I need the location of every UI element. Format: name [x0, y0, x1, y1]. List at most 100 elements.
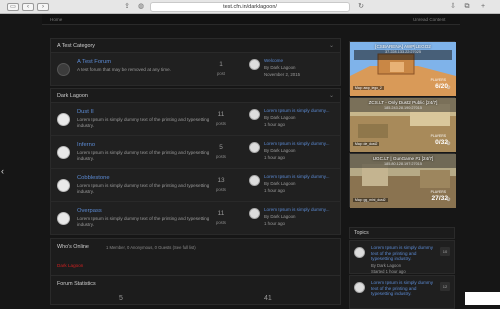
post-count-label: posts — [215, 220, 226, 225]
forum-statistics-title: Forum Statistics — [57, 281, 96, 287]
server-ip: 185.243.28.190:27015 — [383, 106, 422, 110]
home-link[interactable]: Home — [50, 17, 62, 22]
topic-title[interactable]: Lorem Ipsum is simply dummy text of the … — [371, 280, 439, 297]
forum-title[interactable]: Dust II — [77, 109, 94, 115]
last-post-author: By Dark Lagoon — [264, 65, 296, 70]
server-card[interactable]: [CSBARENA] AWP|LEGO2 37.228.133.22:27025… — [349, 41, 456, 96]
topic-author: By Dark Lagoon — [371, 263, 402, 268]
last-post-title[interactable]: Lorem Ipsum is simply dummy... — [264, 141, 338, 146]
server-card[interactable]: ZCS.LT - Only Dust2 Public [24/7] 185.24… — [349, 97, 456, 152]
last-post-time: 1 hour ago — [264, 188, 285, 193]
post-count: 13 — [217, 177, 225, 184]
reply-count-badge: 10 — [440, 247, 450, 256]
server-name: UGC.LT | GunGame #1 [24/7] — [372, 156, 434, 161]
category-title: Dark Lagoon — [57, 93, 88, 99]
topic-time: Started 1 hour ago — [371, 269, 406, 274]
forum-icon — [57, 63, 70, 76]
address-bar[interactable]: test.cfn.in/darklagoon/ — [150, 2, 350, 12]
post-count-label: posts — [215, 187, 226, 192]
forum-icon — [57, 212, 70, 225]
unread-content-link[interactable]: Unread Content — [413, 17, 445, 22]
server-ip: 37.228.133.22:27025 — [385, 50, 421, 54]
post-count: 11 — [217, 111, 225, 118]
last-post-title[interactable]: Lorem Ipsum is simply dummy... — [264, 174, 338, 179]
whos-online-title: Who's Online — [57, 244, 89, 250]
avatar[interactable] — [354, 247, 365, 258]
online-user-link[interactable]: Dark Lagoon — [57, 263, 83, 268]
avatar[interactable] — [249, 142, 260, 153]
avatar[interactable] — [354, 282, 365, 293]
downloads-icon[interactable]: ⇩ — [448, 3, 458, 11]
server-name: [CSBARENA] AWP|LEGO2 — [375, 44, 431, 49]
avatar[interactable] — [249, 59, 260, 70]
last-post-time: 1 hour ago — [264, 122, 285, 127]
forum-row: Overpass Lorem Ipsum is simply dummy tex… — [50, 202, 341, 235]
topic-title[interactable]: Lorem Ipsum is simply dummy text of the … — [371, 245, 439, 262]
last-post-time: November 2, 2015 — [264, 72, 301, 77]
topic-item[interactable]: Lorem Ipsum is simply dummy text of the … — [349, 275, 455, 309]
gear-icon[interactable]: ⚙ — [445, 85, 452, 92]
forum-description: Lorem Ipsum is simply dummy text of the … — [77, 117, 210, 128]
last-post-title[interactable]: Lorem Ipsum is simply dummy... — [264, 108, 338, 113]
whos-online-stats[interactable]: 1 Member, 0 Anonymous, 0 Guests (See ful… — [106, 245, 196, 250]
last-post-author: By Dark Lagoon — [264, 115, 296, 120]
forum-statistics-panel: Forum Statistics 5 41 — [50, 275, 341, 305]
forum-row: Cobblestone Lorem Ipsum is simply dummy … — [50, 169, 341, 202]
server-ip: 185.80.128.197:27015 — [383, 162, 422, 166]
topic-item[interactable]: Lorem Ipsum is simply dummy text of the … — [349, 240, 455, 274]
avatar[interactable] — [249, 109, 260, 120]
players-label: PLAYERS — [430, 78, 446, 82]
players-label: PLAYERS — [430, 134, 446, 138]
statistic-value: 5 — [119, 295, 123, 302]
statistic-value: 41 — [264, 295, 272, 302]
overlay-panel — [465, 292, 500, 305]
forum-description: Lorem Ipsum is simply dummy text of the … — [77, 150, 210, 161]
forum-row: A Test Forum A test forum that may be re… — [50, 53, 341, 86]
server-name: ZCS.LT - Only Dust2 Public [24/7] — [368, 100, 438, 105]
category-title: A Test Category — [57, 43, 95, 49]
forum-title[interactable]: Cobblestone — [77, 175, 110, 181]
forum-row: Dust II Lorem Ipsum is simply dummy text… — [50, 103, 341, 136]
forward-icon[interactable]: › — [37, 3, 49, 11]
chevron-down-icon[interactable]: ⌄ — [329, 39, 334, 54]
avatar[interactable] — [249, 208, 260, 219]
reload-icon[interactable]: ↻ — [356, 3, 366, 11]
forum-title[interactable]: A Test Forum — [77, 59, 111, 65]
reply-count-badge: 12 — [440, 282, 450, 291]
last-post-title[interactable]: Welcome — [264, 58, 338, 63]
back-icon[interactable]: ‹ — [22, 3, 34, 11]
topics-header: Topics — [349, 227, 455, 239]
category-header[interactable]: Dark Lagoon ⌄ — [50, 88, 341, 103]
post-count-label: posts — [215, 121, 226, 126]
forum-description: Lorem Ipsum is simply dummy text of the … — [77, 216, 210, 227]
gear-icon[interactable]: ⚙ — [445, 141, 452, 148]
share-icon[interactable]: ⇪ — [122, 3, 132, 11]
whos-online-panel: Who's Online 1 Member, 0 Anonymous, 0 Gu… — [50, 238, 341, 278]
forum-title[interactable]: Overpass — [77, 208, 102, 214]
previous-page-icon[interactable]: ‹ — [1, 166, 4, 176]
last-post-author: By Dark Lagoon — [264, 148, 296, 153]
map-name: Map: gg_mini_dust2 — [353, 198, 388, 202]
forum-title[interactable]: Inferno — [77, 142, 95, 148]
players-label: PLAYERS — [430, 190, 446, 194]
forum-icon — [57, 179, 70, 192]
forum-icon — [57, 113, 70, 126]
shield-icon[interactable]: ◍ — [136, 3, 146, 11]
last-post-title[interactable]: Lorem Ipsum is simply dummy... — [264, 207, 338, 212]
forum-top-nav: Home Unread Content — [42, 14, 460, 25]
post-count: 11 — [217, 210, 225, 217]
tabs-icon[interactable]: ⧉ — [462, 3, 472, 11]
post-count: 1 — [219, 61, 223, 68]
server-card[interactable]: UGC.LT | GunGame #1 [24/7] 185.80.128.19… — [349, 153, 456, 208]
last-post-author: By Dark Lagoon — [264, 214, 296, 219]
map-name: Map: de_dust2 — [353, 142, 380, 146]
forum-icon — [57, 146, 70, 159]
new-tab-icon[interactable]: + — [478, 3, 488, 11]
chevron-down-icon[interactable]: ⌄ — [329, 89, 334, 104]
avatar[interactable] — [249, 175, 260, 186]
post-count-label: post — [217, 71, 225, 76]
sidebar-toggle-icon[interactable]: ▭ — [7, 3, 19, 11]
gear-icon[interactable]: ⚙ — [445, 197, 452, 204]
category-header[interactable]: A Test Category ⌄ — [50, 38, 341, 53]
map-name: Map: awp_lego_2 — [353, 86, 384, 90]
